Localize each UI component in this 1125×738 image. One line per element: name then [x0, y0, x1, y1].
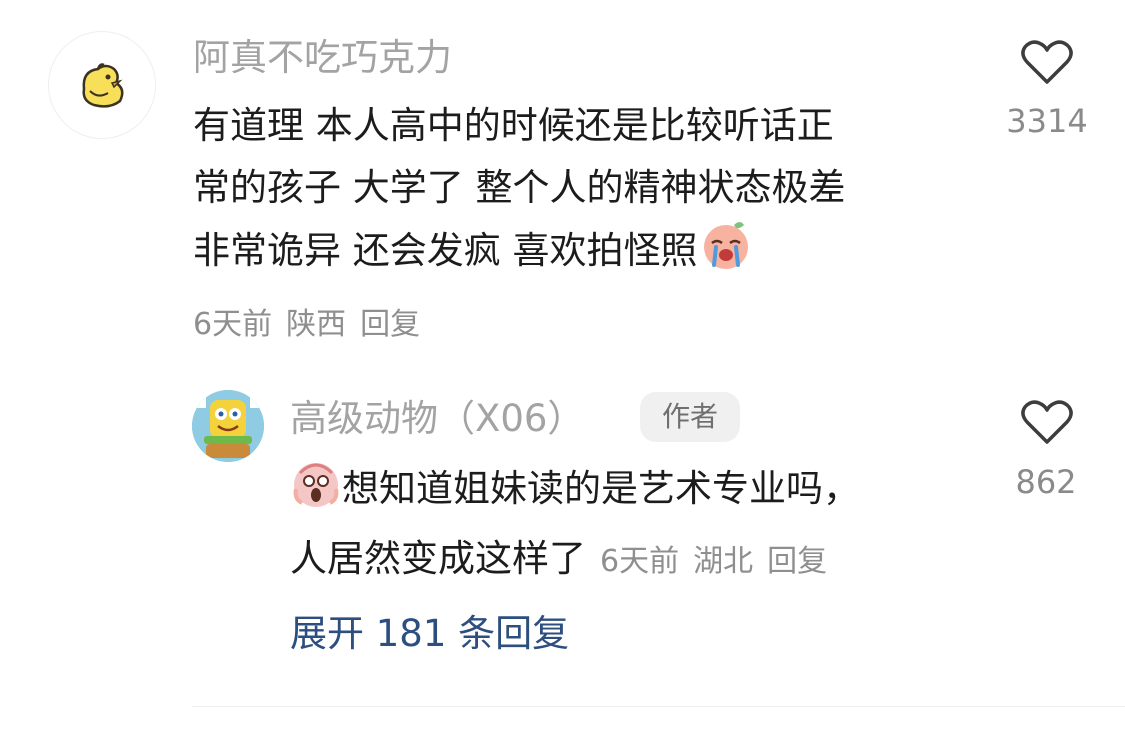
comment-reply-button[interactable]: 回复: [360, 307, 420, 342]
comment-line: 非常诡异 还会发疯 喜欢拍怪照: [193, 229, 698, 272]
reply-line: 人居然变成这样了: [290, 537, 586, 580]
comment-text: 有道理 本人高中的时候还是比较听话正 常的孩子 大学了 整个人的精神状态极差 非…: [193, 95, 983, 290]
reply-line-first: 想知道姐妹读的是艺术专业吗，: [290, 458, 980, 528]
avatar[interactable]: [48, 31, 156, 139]
comment-like-button[interactable]: [1020, 38, 1074, 90]
comment-meta: 6天前 陕西 回复: [193, 305, 420, 345]
comment-line: 有道理 本人高中的时候还是比较听话正: [193, 104, 834, 147]
yellow-chick-icon: [82, 63, 124, 108]
reply-username[interactable]: 高级动物（X06）: [290, 395, 584, 443]
reply-reply-button[interactable]: 回复: [767, 544, 827, 579]
comment-location: 陕西: [286, 307, 347, 342]
comment-like-count: 3314: [1006, 102, 1088, 140]
comment-username[interactable]: 阿真不吃巧克力: [193, 34, 452, 82]
cartoon-character-avatar: [192, 390, 264, 462]
expand-replies-link[interactable]: 展开 181 条回复: [290, 610, 569, 658]
screaming-face-emoji: [290, 459, 342, 528]
reply-like-count: 862: [1015, 463, 1077, 501]
comment-line: 常的孩子 大学了 整个人的精神状态极差: [193, 166, 846, 209]
comment-line-last: 非常诡异 还会发疯 喜欢拍怪照: [193, 219, 983, 290]
reply-line: 想知道姐妹读的是艺术专业吗，: [342, 467, 860, 510]
heart-icon: [1021, 400, 1073, 444]
author-badge: 作者: [640, 392, 740, 442]
divider: [192, 706, 1125, 707]
reply-line-last: 人居然变成这样了 6天前 湖北 回复: [290, 528, 980, 590]
reply-time: 6天前: [600, 544, 680, 579]
comment-time: 6天前: [193, 307, 273, 342]
heart-icon: [1021, 40, 1073, 84]
reply-text: 想知道姐妹读的是艺术专业吗， 人居然变成这样了 6天前 湖北 回复: [290, 458, 980, 590]
reply-like-button[interactable]: [1020, 398, 1074, 450]
crying-face-emoji: [698, 219, 754, 290]
reply-avatar[interactable]: [192, 390, 264, 462]
reply-meta: 6天前 湖北 回复: [600, 544, 827, 579]
reply-location: 湖北: [693, 544, 754, 579]
